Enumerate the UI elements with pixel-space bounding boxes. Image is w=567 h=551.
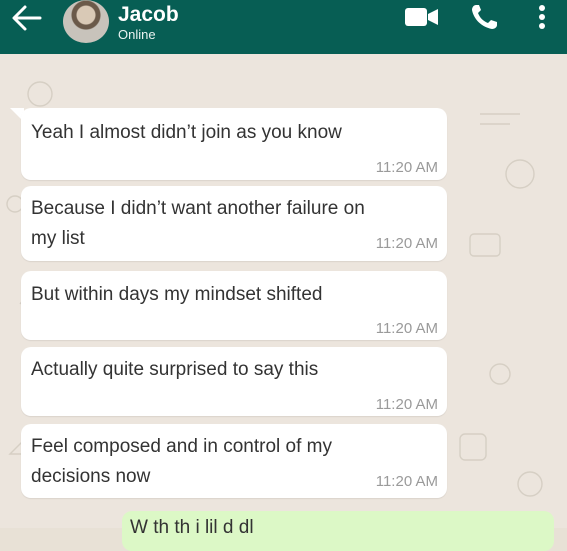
message-text: W th th i lil d dl (130, 517, 254, 538)
message-text: But within days my mindset shifted (31, 284, 323, 305)
arrow-left-icon[interactable] (10, 3, 44, 33)
more-vertical-icon[interactable] (533, 3, 551, 31)
outgoing-message-bubble[interactable]: W th th i lil d dl (122, 511, 554, 551)
message-bubble[interactable]: Feel composed and in control of my decis… (21, 424, 447, 498)
message-bubble[interactable]: Because I didn’t want another failure on… (21, 186, 447, 261)
avatar[interactable] (63, 0, 109, 43)
message-time: 11:20 AM (375, 235, 438, 252)
message-text: Feel composed and in control of my (31, 436, 332, 457)
message-text: Actually quite surprised to say this (31, 359, 319, 380)
message-text: Yeah I almost didn’t join as you know (31, 122, 342, 143)
message-text: Because I didn’t want another failure on (31, 198, 365, 219)
message-time: 11:20 AM (375, 473, 438, 490)
message-bubble[interactable]: Actually quite surprised to say this 11:… (21, 347, 447, 416)
contact-status: Online (118, 27, 156, 42)
chat-header: Jacob Online (0, 0, 567, 54)
message-text: decisions now (31, 466, 151, 487)
message-text: my list (31, 228, 85, 249)
video-camera-icon[interactable] (404, 6, 440, 28)
message-bubble[interactable]: But within days my mindset shifted 11:20… (21, 271, 447, 340)
contact-name[interactable]: Jacob (118, 3, 179, 27)
message-bubble[interactable]: Yeah I almost didn’t join as you know 11… (21, 108, 447, 180)
message-time: 11:20 AM (375, 159, 438, 176)
phone-icon[interactable] (470, 3, 500, 31)
message-time: 11:20 AM (375, 396, 438, 413)
message-time: 11:20 AM (375, 320, 438, 337)
